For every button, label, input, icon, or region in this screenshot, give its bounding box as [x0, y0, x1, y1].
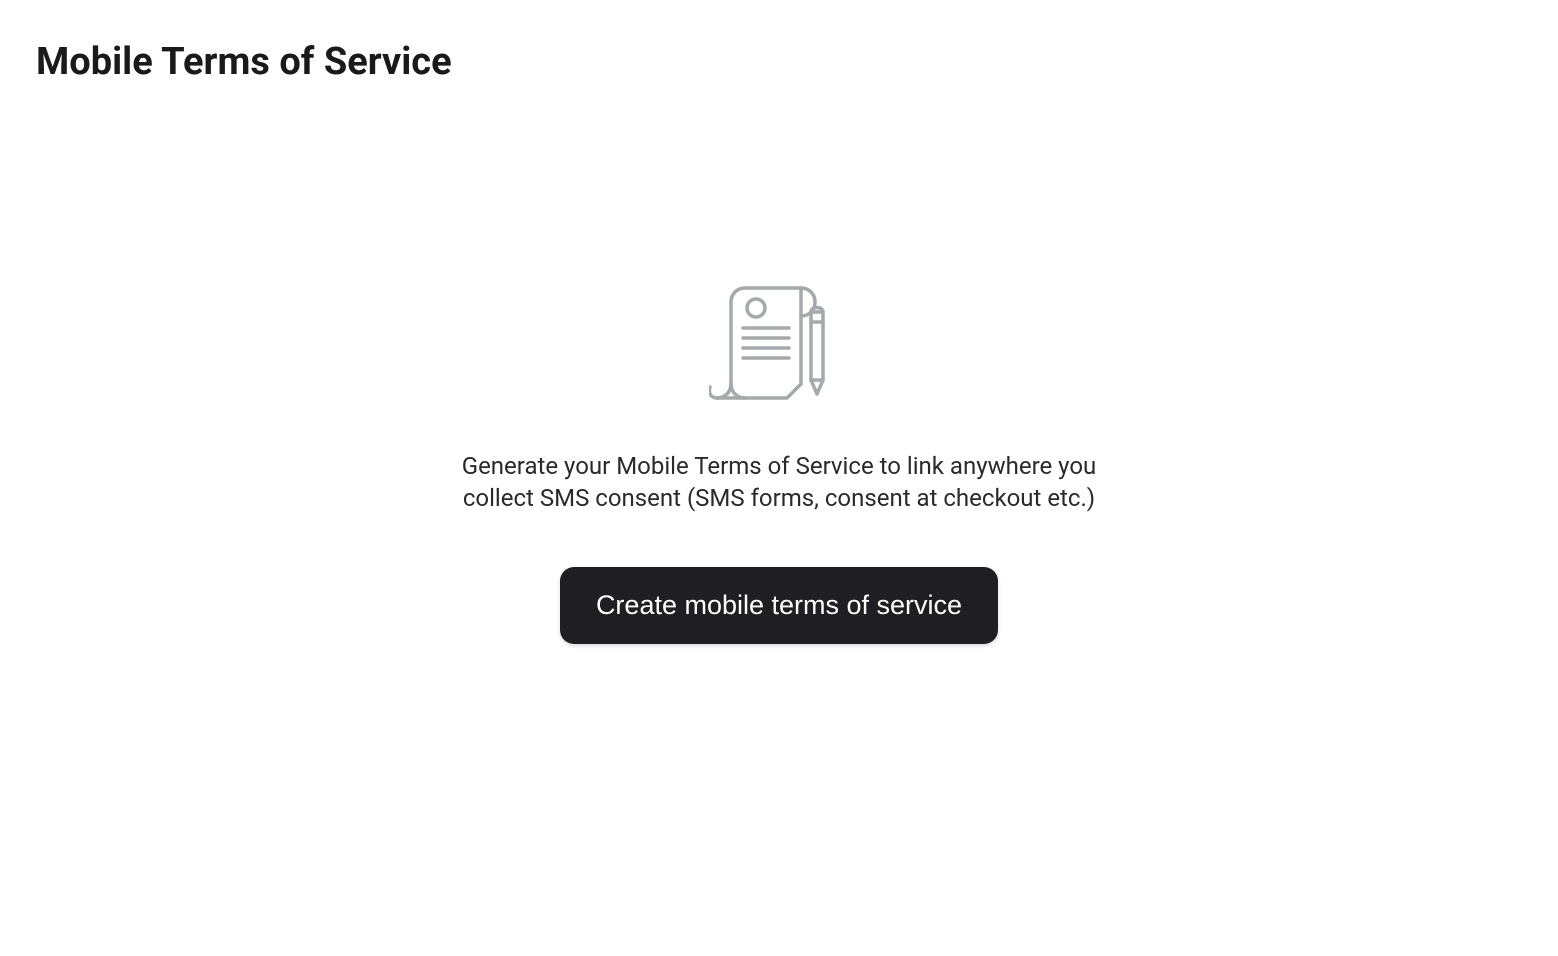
empty-state-description: Generate your Mobile Terms of Service to… [449, 450, 1109, 515]
create-mobile-terms-button[interactable]: Create mobile terms of service [560, 567, 998, 644]
empty-state-container: Generate your Mobile Terms of Service to… [429, 280, 1129, 644]
document-scroll-pencil-icon [709, 280, 849, 414]
page-title: Mobile Terms of Service [0, 0, 1558, 84]
